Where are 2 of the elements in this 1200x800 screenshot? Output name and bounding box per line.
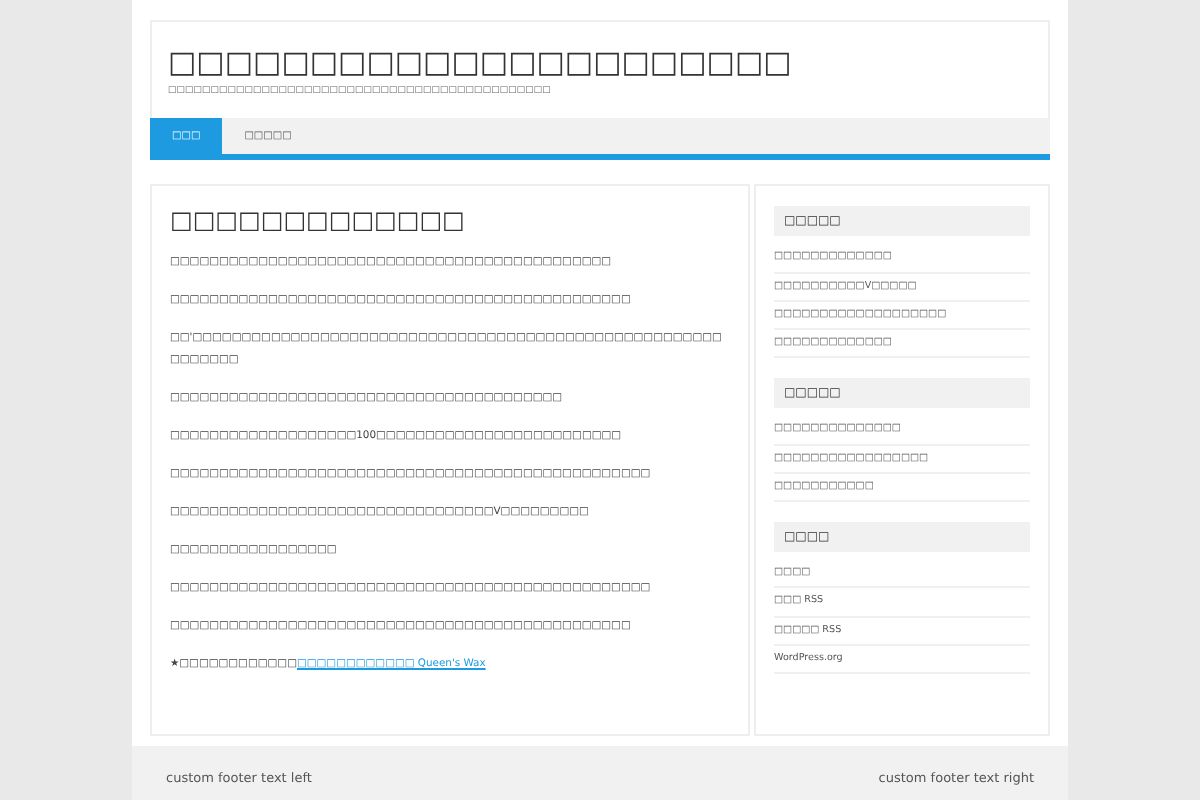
post-title: □□□□□□□□□□□□□ [170, 206, 467, 236]
site-title[interactable]: □□□□□□□□□□□□□□□□□□□□□□ [168, 46, 1032, 79]
